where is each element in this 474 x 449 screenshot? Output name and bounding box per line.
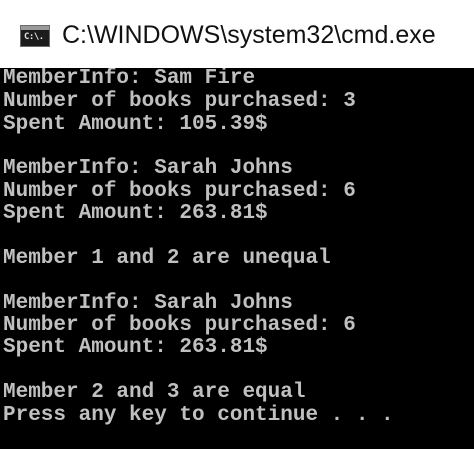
console-output[interactable]: MemberInfo: Sam Fire Number of books pur… bbox=[0, 68, 474, 449]
cmd-window: C:\. C:\WINDOWS\system32\cmd.exe MemberI… bbox=[0, 0, 474, 449]
console-line: MemberInfo: Sam Fire bbox=[3, 68, 256, 90]
cmd-icon[interactable]: C:\. bbox=[20, 25, 50, 47]
console-line: Member 1 and 2 are unequal bbox=[3, 247, 331, 270]
console-line: Number of books purchased: 3 bbox=[3, 90, 356, 113]
console-line: Number of books purchased: 6 bbox=[3, 314, 356, 337]
console-line: Spent Amount: 105.39$ bbox=[3, 113, 268, 136]
console-line: Spent Amount: 263.81$ bbox=[3, 336, 268, 359]
window-title: C:\WINDOWS\system32\cmd.exe bbox=[62, 21, 436, 49]
title-bar[interactable]: C:\. C:\WINDOWS\system32\cmd.exe bbox=[0, 0, 474, 68]
console-line: Spent Amount: 263.81$ bbox=[3, 202, 268, 225]
console-line: Number of books purchased: 6 bbox=[3, 180, 356, 203]
cmd-icon-glyph: C:\. bbox=[24, 32, 44, 42]
cmd-icon-bar bbox=[21, 26, 49, 30]
console-line: MemberInfo: Sarah Johns bbox=[3, 157, 293, 180]
console-line: Member 2 and 3 are equal bbox=[3, 381, 306, 404]
console-line: MemberInfo: Sarah Johns bbox=[3, 292, 293, 315]
console-line: Press any key to continue . . . bbox=[3, 404, 394, 427]
